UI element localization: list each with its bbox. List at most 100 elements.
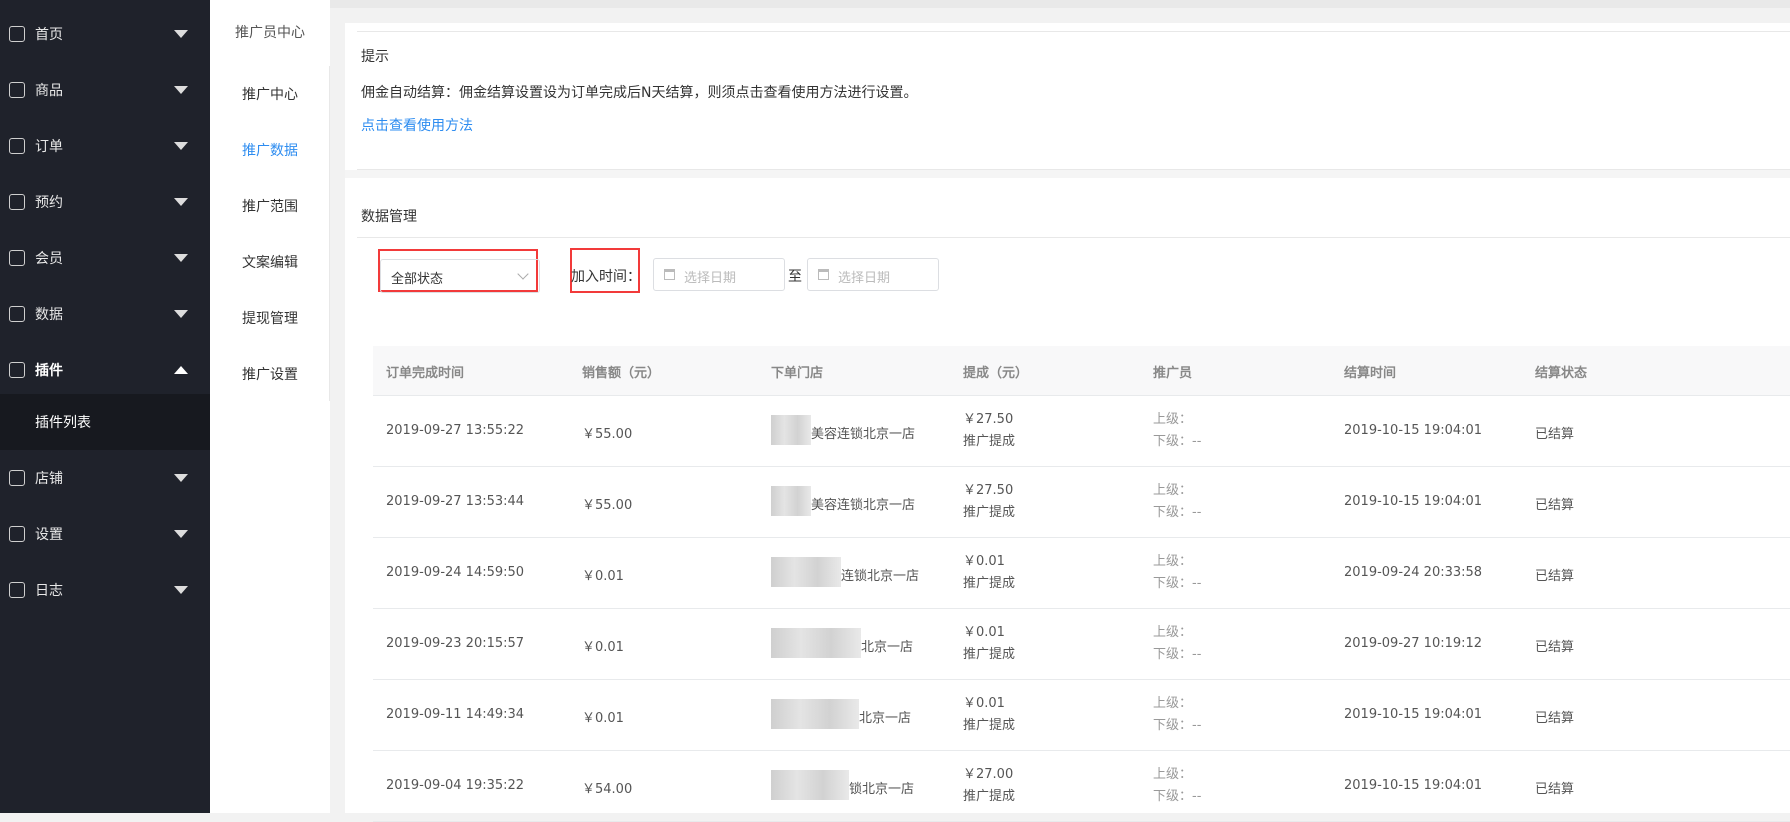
sidebar-item-label: 订单	[35, 139, 63, 155]
sidebar-item-label: 商品	[35, 83, 63, 99]
chevron-down-icon	[174, 142, 188, 150]
table-row: 2019-09-27 13:55:22 ￥55.00 美容连锁北京一店 ￥27.…	[373, 396, 1790, 467]
sub-navigation: 推广员中心 推广中心推广数据推广范围文案编辑提现管理推广设置	[210, 0, 330, 813]
commission-amount: ￥0.01	[963, 696, 1005, 711]
subnav-title: 推广员中心	[235, 25, 305, 41]
subnav-item[interactable]: 推广中心	[210, 84, 330, 104]
document-icon	[9, 82, 25, 98]
chevron-down-icon	[174, 474, 188, 482]
table-row: 2019-09-27 13:53:44 ￥55.00 美容连锁北京一店 ￥27.…	[373, 467, 1790, 538]
settle-status: 已结算	[1535, 782, 1575, 797]
end-date-input[interactable]: 选择日期	[807, 258, 939, 291]
top-bar	[330, 0, 1790, 8]
flag-icon	[9, 470, 25, 486]
commission-type: 推广提成	[963, 434, 1016, 449]
data-table: 订单完成时间 销售额（元） 下单门店 提成（元） 推广员 结算时间 结算状态 2019-09…	[373, 346, 1790, 822]
column-header: 推广员	[1153, 366, 1193, 381]
settle-status: 已结算	[1535, 427, 1575, 442]
status-select-value: 全部状态	[391, 272, 444, 287]
home-icon	[9, 194, 25, 210]
order-complete-time: 2019-09-27 13:55:22	[386, 423, 525, 438]
column-header: 销售额（元）	[582, 366, 661, 381]
subnav-item[interactable]: 提现管理	[210, 308, 330, 328]
end-date-placeholder: 选择日期	[838, 271, 891, 286]
sidebar-item[interactable]: 店铺	[0, 450, 210, 506]
column-header: 结算时间	[1344, 366, 1397, 381]
sidebar-item[interactable]: 设置	[0, 506, 210, 562]
commission-amount: ￥27.50	[963, 483, 1014, 498]
sales-amount: ￥55.00	[582, 498, 633, 513]
commission-type: 推广提成	[963, 505, 1016, 520]
column-header: 提成（元）	[963, 366, 1029, 381]
start-date-placeholder: 选择日期	[684, 271, 737, 286]
usage-link[interactable]: 点击查看使用方法	[361, 115, 473, 135]
sidebar-item[interactable]: 日志	[0, 562, 210, 618]
settle-status: 已结算	[1535, 569, 1575, 584]
sales-amount: ￥0.01	[582, 640, 624, 655]
chevron-down-icon	[174, 530, 188, 538]
subnav-item[interactable]: 推广范围	[210, 196, 330, 216]
lower-promoter: 下级：--	[1153, 718, 1202, 733]
hint-text: 佣金自动结算：佣金结算设置设为订单完成后N天结算，则须点击查看使用方法进行设置。	[361, 85, 918, 101]
divider	[357, 31, 1790, 32]
upper-promoter: 上级：	[1153, 554, 1193, 569]
sidebar-item-label: 首页	[35, 27, 63, 43]
sidebar-item[interactable]: 数据	[0, 286, 210, 342]
subnav-item[interactable]: 文案编辑	[210, 252, 330, 272]
calendar-icon	[818, 269, 829, 280]
upper-promoter: 上级：	[1153, 412, 1193, 427]
subnav-item[interactable]: 推广数据	[210, 140, 330, 160]
order-complete-time: 2019-09-23 20:15:57	[386, 636, 525, 651]
sidebar-item[interactable]: 插件	[0, 342, 210, 398]
sidebar-item[interactable]: 会员	[0, 230, 210, 286]
blurred-store-name	[771, 770, 849, 800]
settle-time: 2019-09-24 20:33:58	[1344, 565, 1483, 580]
commission-amount: ￥27.00	[963, 767, 1014, 782]
sidebar-item[interactable]: 首页	[0, 6, 210, 62]
chevron-down-icon	[174, 198, 188, 206]
store-name: 北京一店	[861, 639, 914, 655]
commission-type: 推广提成	[963, 789, 1016, 804]
sidebar-item[interactable]: 商品	[0, 62, 210, 118]
settle-time: 2019-10-15 19:04:01	[1344, 778, 1483, 793]
status-select[interactable]: 全部状态	[380, 259, 540, 293]
content-card: 提示 佣金自动结算：佣金结算设置设为订单完成后N天结算，则须点击查看使用方法进行…	[345, 23, 1790, 822]
sidebar-item-label: 设置	[35, 527, 63, 543]
lower-promoter: 下级：--	[1153, 789, 1202, 804]
gear-icon	[9, 526, 25, 542]
lower-promoter: 下级：--	[1153, 647, 1202, 662]
table-row: 2019-09-23 20:15:57 ￥0.01 北京一店 ￥0.01 推广提成…	[373, 609, 1790, 680]
order-complete-time: 2019-09-11 14:49:34	[386, 707, 525, 722]
clipboard-icon	[9, 138, 25, 154]
sidebar-item[interactable]: 预约	[0, 174, 210, 230]
chevron-down-icon	[174, 254, 188, 262]
commission-amount: ￥0.01	[963, 554, 1005, 569]
sales-amount: ￥55.00	[582, 427, 633, 442]
sidebar-item-label: 数据	[35, 307, 63, 323]
blurred-store-name	[771, 557, 841, 587]
divider	[357, 237, 1790, 238]
chevron-down-icon	[174, 30, 188, 38]
lower-promoter: 下级：--	[1153, 434, 1202, 449]
sidebar-subitem-plugin-list[interactable]: 插件列表	[0, 394, 210, 450]
settle-status: 已结算	[1535, 711, 1575, 726]
data-management-title: 数据管理	[361, 209, 417, 225]
sidebar-item[interactable]: 订单	[0, 118, 210, 174]
table-header: 订单完成时间 销售额（元） 下单门店 提成（元） 推广员 结算时间 结算状态	[373, 346, 1790, 396]
sidebar: 首页商品订单预约 会员数据插件店铺设置日志 插件列表	[0, 0, 210, 813]
table-row: 2019-09-11 14:49:34 ￥0.01 北京一店 ￥0.01 推广提成…	[373, 680, 1790, 751]
settle-time: 2019-09-27 10:19:12	[1344, 636, 1483, 651]
divider	[329, 66, 330, 401]
commission-amount: ￥27.50	[963, 412, 1014, 427]
subnav-item[interactable]: 推广设置	[210, 364, 330, 384]
order-complete-time: 2019-09-24 14:59:50	[386, 565, 525, 580]
settle-status: 已结算	[1535, 640, 1575, 655]
blurred-store-name	[771, 628, 861, 658]
blurred-store-name	[771, 486, 811, 516]
sales-amount: ￥0.01	[582, 569, 624, 584]
start-date-input[interactable]: 选择日期	[653, 258, 785, 291]
hint-title: 提示	[361, 49, 389, 65]
store-name: 美容连锁北京一店	[811, 426, 916, 442]
blurred-store-name	[771, 699, 859, 729]
sidebar-item-label: 插件	[35, 363, 63, 379]
